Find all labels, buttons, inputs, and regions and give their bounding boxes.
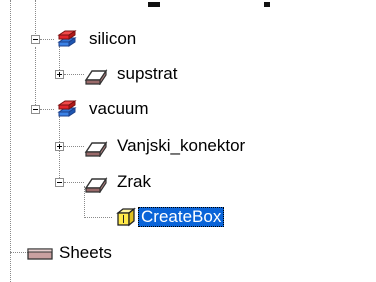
- tree-node-createbox[interactable]: CreateBox: [112, 206, 225, 228]
- tree-guide: [40, 39, 54, 40]
- tree-node-silicon[interactable]: silicon: [56, 28, 139, 50]
- tree-guide: [64, 182, 84, 183]
- tree-node-label[interactable]: Sheets: [56, 243, 115, 263]
- tree-node-vanjski-konektor[interactable]: Vanjski_konektor: [84, 135, 248, 157]
- tree-guide: [64, 146, 84, 147]
- collapse-toggle[interactable]: [31, 105, 40, 114]
- expand-toggle[interactable]: [55, 70, 64, 79]
- sheet-folder-icon: [26, 242, 56, 264]
- material-icon: [56, 98, 86, 120]
- tree-guide: [35, 0, 36, 40]
- solid-icon: [84, 135, 114, 157]
- tree-guide: [35, 47, 36, 109]
- solid-icon: [84, 63, 114, 85]
- clipped-glyph: [264, 2, 270, 7]
- tree-node-label[interactable]: vacuum: [86, 99, 152, 119]
- solid-icon: [84, 171, 114, 193]
- tree-guide: [64, 74, 84, 75]
- tree-guide: [59, 116, 60, 186]
- tree-guide: [10, 0, 11, 282]
- tree-node-label[interactable]: CreateBox: [138, 207, 225, 227]
- material-icon: [56, 28, 86, 50]
- project-tree: silicon supstrat vacuum Vanjski_konektor…: [0, 0, 376, 282]
- clipped-row: [0, 0, 376, 16]
- collapse-toggle[interactable]: [55, 178, 64, 187]
- tree-node-label[interactable]: silicon: [86, 29, 139, 49]
- tree-guide: [84, 217, 112, 218]
- tree-node-label[interactable]: Vanjski_konektor: [114, 136, 248, 156]
- collapse-toggle[interactable]: [31, 35, 40, 44]
- tree-node-zrak[interactable]: Zrak: [84, 171, 154, 193]
- tree-node-sheets[interactable]: Sheets: [26, 242, 115, 264]
- expand-toggle[interactable]: [55, 142, 64, 151]
- tree-node-supstrat[interactable]: supstrat: [84, 63, 180, 85]
- tree-node-label[interactable]: supstrat: [114, 64, 180, 84]
- tree-node-vacuum[interactable]: vacuum: [56, 98, 152, 120]
- create-operation-icon: [112, 206, 138, 228]
- tree-guide: [40, 109, 54, 110]
- tree-node-label[interactable]: Zrak: [114, 172, 154, 192]
- clipped-glyph: [148, 2, 160, 7]
